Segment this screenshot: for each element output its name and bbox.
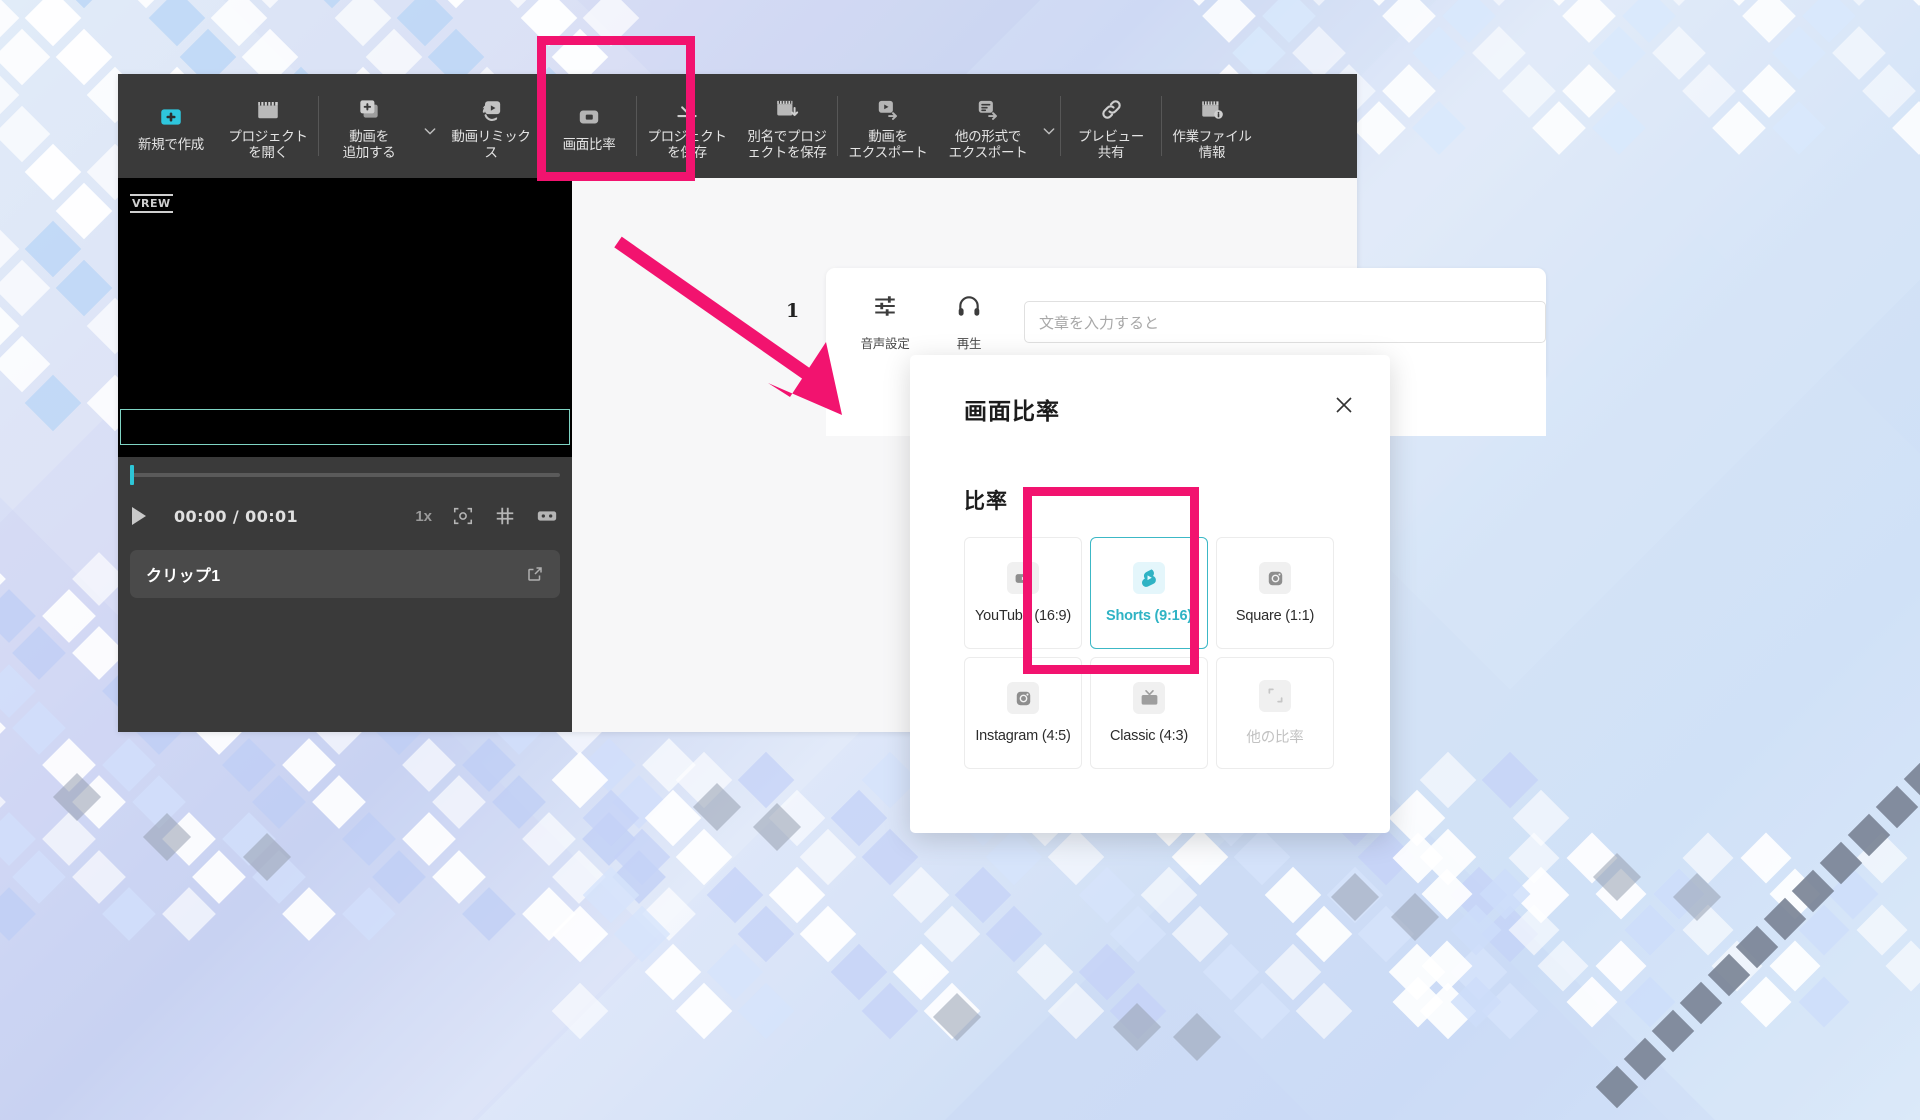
open-external-icon[interactable] <box>526 565 544 583</box>
toolbar-label-export-other: 他の形式で エクスポート <box>948 128 1028 160</box>
toolbar-label-export-video: 動画を エクスポート <box>848 128 928 160</box>
toolbar-label-save-as-project: 別名でプロジ ェクトを保存 <box>747 128 827 160</box>
subtitle-text-input[interactable]: 文章を入力すると <box>1024 301 1546 343</box>
ratio-label-shorts: Shorts (9:16) <box>1105 608 1193 624</box>
download-icon <box>674 96 700 122</box>
subtitle-text-placeholder: 文章を入力すると <box>1039 314 1160 332</box>
export-other-icon <box>975 96 1001 122</box>
sliders-icon <box>872 293 898 324</box>
ratio-section-label: 比率 <box>964 490 1008 513</box>
total-time: 00:01 <box>245 506 299 526</box>
toolbar-button-open-project[interactable]: プロジェクト を開く <box>218 74 318 178</box>
toolbar-button-aspect-ratio[interactable]: 画面比率 <box>542 74 636 178</box>
voice-settings-label: 音声設定 <box>860 336 910 351</box>
toolbar-label-preview-share: プレビュー 共有 <box>1078 128 1144 160</box>
toolbar-label-new-create: 新規で作成 <box>138 136 204 152</box>
instagram-icon <box>1007 682 1039 714</box>
headphones-icon <box>956 293 982 324</box>
toolbar-button-export-video[interactable]: 動画を エクスポート <box>838 74 938 178</box>
shorts-icon <box>1133 562 1165 594</box>
toolbar-label-add-video: 動画を 追加する <box>342 128 396 160</box>
youtube-icon <box>1007 562 1039 594</box>
toolbar-button-work-file-info[interactable]: 作業ファイル 情報 <box>1162 74 1262 178</box>
clapperboard-icon <box>255 96 281 122</box>
aspect-ratio-icon <box>576 104 602 130</box>
clip-name-label: クリップ1 <box>146 568 221 585</box>
file-info-icon <box>1199 96 1225 122</box>
toolbar-button-export-other[interactable]: 他の形式で エクスポート <box>938 74 1038 178</box>
dialog-title: 画面比率 <box>964 398 1060 424</box>
clip-list-item[interactable]: クリップ1 <box>130 550 560 598</box>
transport-controls: 00:00 / 00:01 1x <box>118 494 572 538</box>
toolbar-label-save-project: プロジェクト を保存 <box>647 128 727 160</box>
snapshot-icon[interactable] <box>452 505 474 527</box>
ratio-label-classic: Classic (4:3) <box>1110 728 1188 744</box>
toolbar-button-add-video[interactable]: 動画を 追加する <box>319 74 419 178</box>
link-icon <box>1098 96 1124 122</box>
ratio-option-classic[interactable]: Classic (4:3) <box>1090 657 1208 769</box>
export-video-icon <box>875 96 901 122</box>
play-audio-button[interactable]: 再生 <box>940 293 998 352</box>
video-preview[interactable]: VREW <box>118 178 572 457</box>
crop-icon <box>1259 679 1291 712</box>
transport-right-tools: 1x <box>415 505 558 527</box>
ratio-option-instagram[interactable]: Instagram (4:5) <box>964 657 1082 769</box>
toolbar-overflow-chevron-add-video[interactable] <box>419 123 441 139</box>
main-toolbar: 新規で作成 プロジェクト を開く 動画を 追加する 動画リミック ス 画面比率 プロジェク… <box>118 74 1357 178</box>
clip-index-number: 1 <box>786 300 800 322</box>
instagram-icon <box>1259 562 1291 594</box>
subtitle-overlay-box[interactable] <box>120 409 570 445</box>
play-icon[interactable] <box>132 507 146 525</box>
toolbar-label-work-file-info: 作業ファイル 情報 <box>1172 128 1252 160</box>
ratio-label-square: Square (1:1) <box>1235 608 1315 624</box>
playhead-handle[interactable] <box>130 465 134 485</box>
add-media-icon <box>356 96 382 122</box>
toolbar-button-save-project[interactable]: プロジェクト を保存 <box>637 74 737 178</box>
current-time: 00:00 <box>174 506 227 526</box>
toolbar-button-video-remix[interactable]: 動画リミック ス <box>441 74 541 178</box>
time-separator: / <box>232 506 240 526</box>
preview-panel: VREW 00:00 / 00:01 1x クリップ1 <box>118 178 572 732</box>
ratio-label-youtube: YouTube (16:9) <box>974 608 1072 624</box>
toolbar-button-preview-share[interactable]: プレビュー 共有 <box>1061 74 1161 178</box>
toolbar-label-video-remix: 動画リミック ス <box>451 128 531 160</box>
aspect-ratio-dialog: 画面比率 比率 YouTube (16:9) Shorts (9:16) Squar… <box>910 355 1390 833</box>
ratio-label-instagram: Instagram (4:5) <box>975 728 1071 744</box>
playback-speed-label[interactable]: 1x <box>415 508 432 525</box>
close-icon[interactable] <box>1332 393 1356 417</box>
grid-icon[interactable] <box>494 505 516 527</box>
aspect-toggle-icon[interactable] <box>536 505 558 527</box>
voice-settings-button[interactable]: 音声設定 <box>856 293 914 352</box>
toolbar-button-save-as-project[interactable]: 別名でプロジ ェクトを保存 <box>737 74 837 178</box>
save-as-icon <box>774 96 800 122</box>
toolbar-label-open-project: プロジェクト を開く <box>228 128 308 160</box>
play-audio-label: 再生 <box>956 336 982 351</box>
ratio-option-shorts[interactable]: Shorts (9:16) <box>1090 537 1208 649</box>
vrew-watermark: VREW <box>130 194 173 213</box>
ratio-option-youtube[interactable]: YouTube (16:9) <box>964 537 1082 649</box>
toolbar-button-new-create[interactable]: 新規で作成 <box>124 74 218 178</box>
ratio-label-other: 他の比率 <box>1246 729 1304 746</box>
seek-bar[interactable] <box>130 465 560 485</box>
ratio-options-grid: YouTube (16:9) Shorts (9:16) Square (1:1) I… <box>964 537 1346 769</box>
tv-icon <box>1133 682 1165 714</box>
plus-square-icon <box>158 104 184 130</box>
time-display: 00:00 / 00:01 <box>174 507 298 526</box>
ratio-option-square[interactable]: Square (1:1) <box>1216 537 1334 649</box>
ratio-option-other: 他の比率 <box>1216 657 1334 769</box>
toolbar-overflow-chevron-export-other[interactable] <box>1038 123 1060 139</box>
remix-loop-icon <box>478 96 504 122</box>
toolbar-label-aspect-ratio: 画面比率 <box>562 136 616 152</box>
